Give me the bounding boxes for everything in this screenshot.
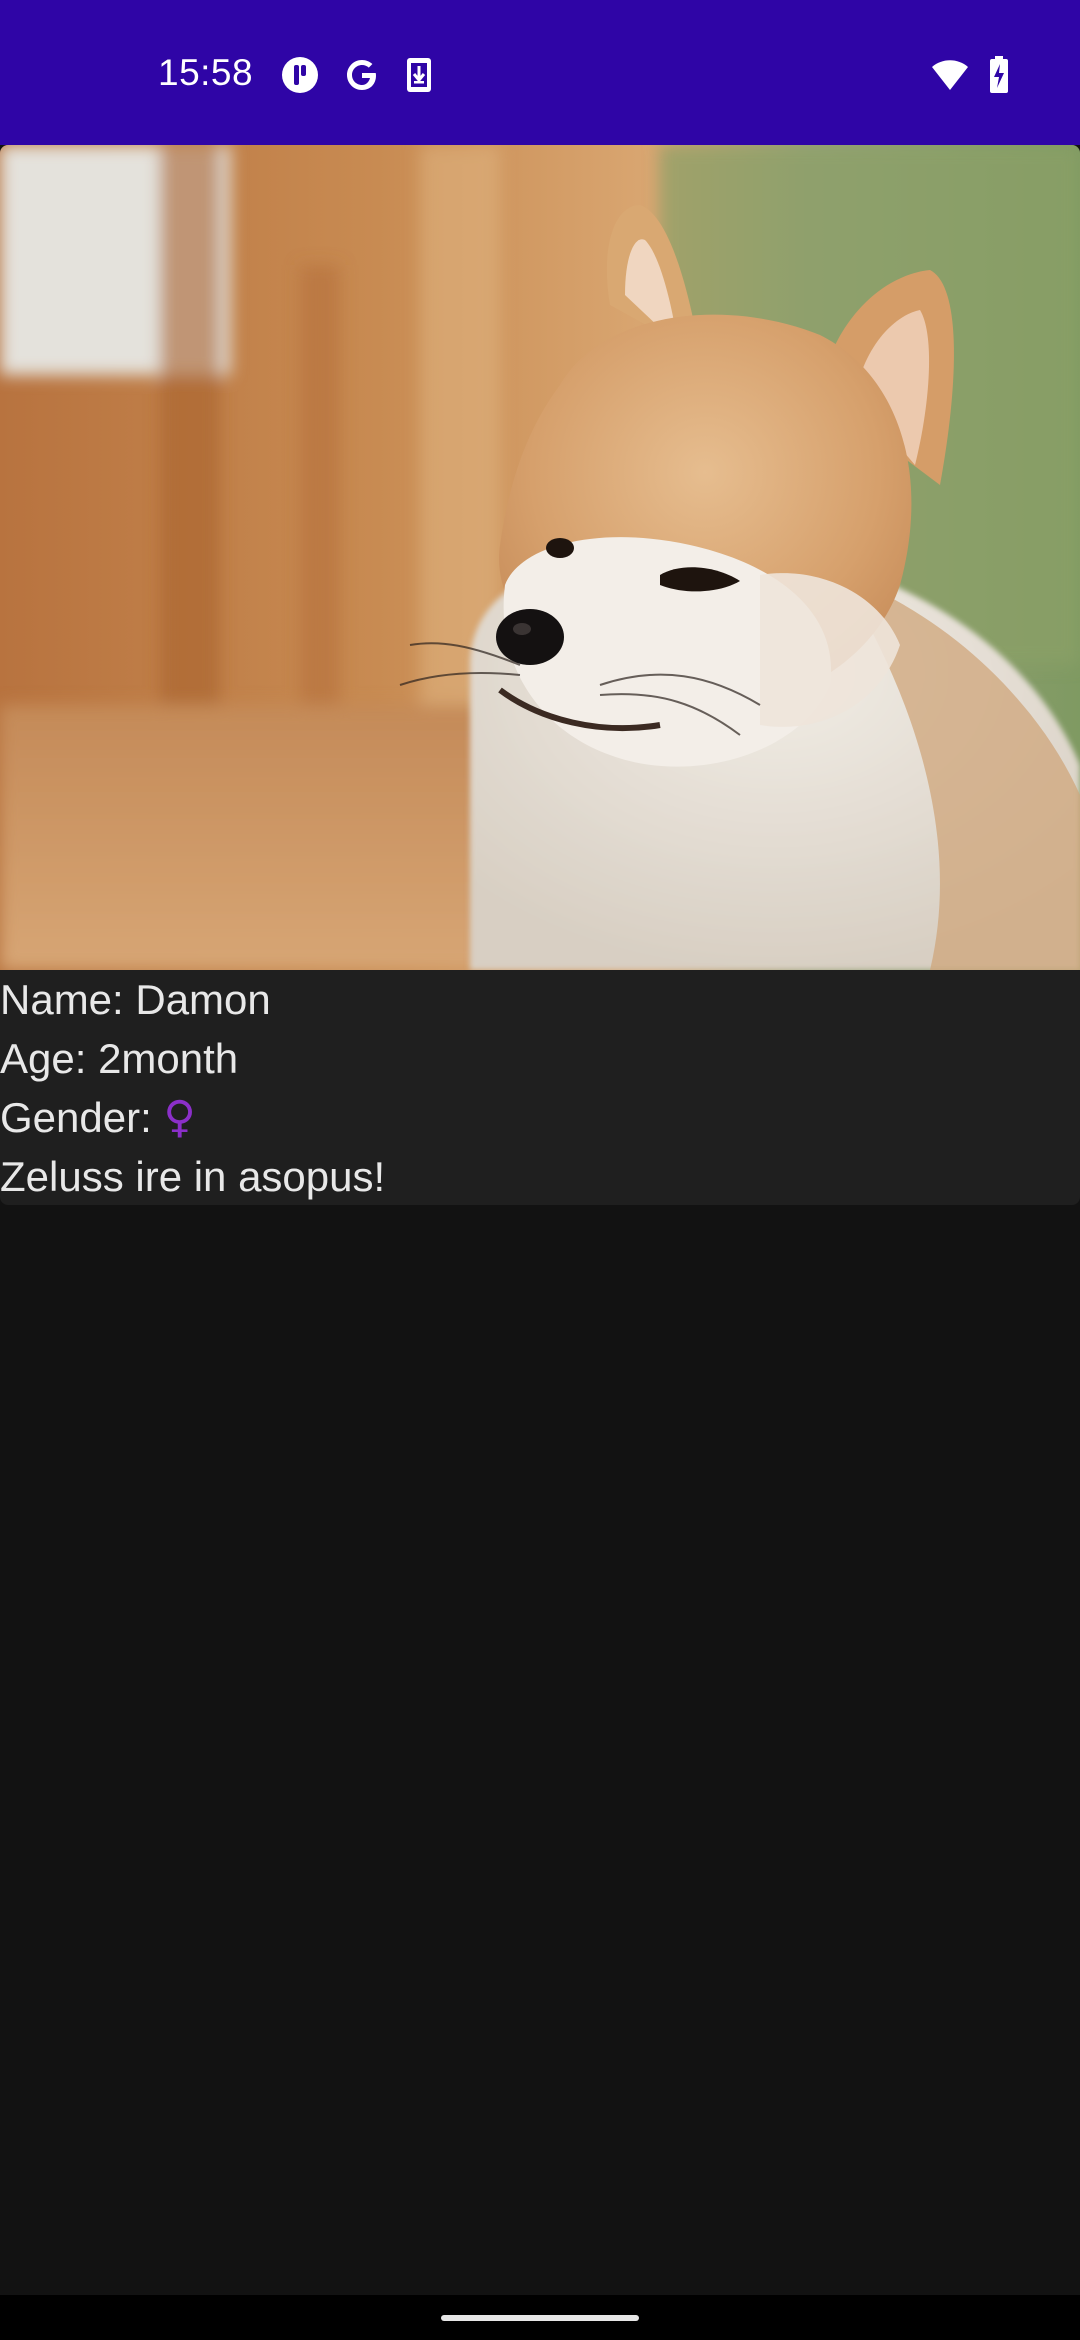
navigation-bar <box>0 2295 1080 2340</box>
download-icon <box>404 55 434 95</box>
pet-info: Name: Damon Age: 2month Gender: ♀ Zeluss… <box>0 970 1080 1205</box>
status-notification-icons <box>280 55 434 95</box>
home-indicator[interactable] <box>441 2315 639 2321</box>
female-icon: ♀ <box>163 1092 196 1143</box>
pet-age: Age: 2month <box>0 1035 239 1082</box>
status-system-icons <box>930 55 1010 95</box>
status-bar: 15:58 <box>0 0 1080 145</box>
pet-gender-label: Gender: <box>0 1094 164 1141</box>
wifi-icon <box>930 58 970 92</box>
battery-charging-icon <box>988 55 1010 95</box>
notification-app-icon <box>280 55 320 95</box>
google-icon <box>342 55 382 95</box>
pet-description: Zeluss ire in asopus! <box>0 1153 386 1200</box>
pet-name: Name: Damon <box>0 976 271 1023</box>
pet-photo <box>0 145 1080 970</box>
pet-card[interactable]: Name: Damon Age: 2month Gender: ♀ Zeluss… <box>0 145 1080 1205</box>
pet-gender: Gender: ♀ <box>0 1088 1080 1147</box>
shiba-puppy-photo <box>0 145 1080 970</box>
status-time: 15:58 <box>158 52 254 93</box>
